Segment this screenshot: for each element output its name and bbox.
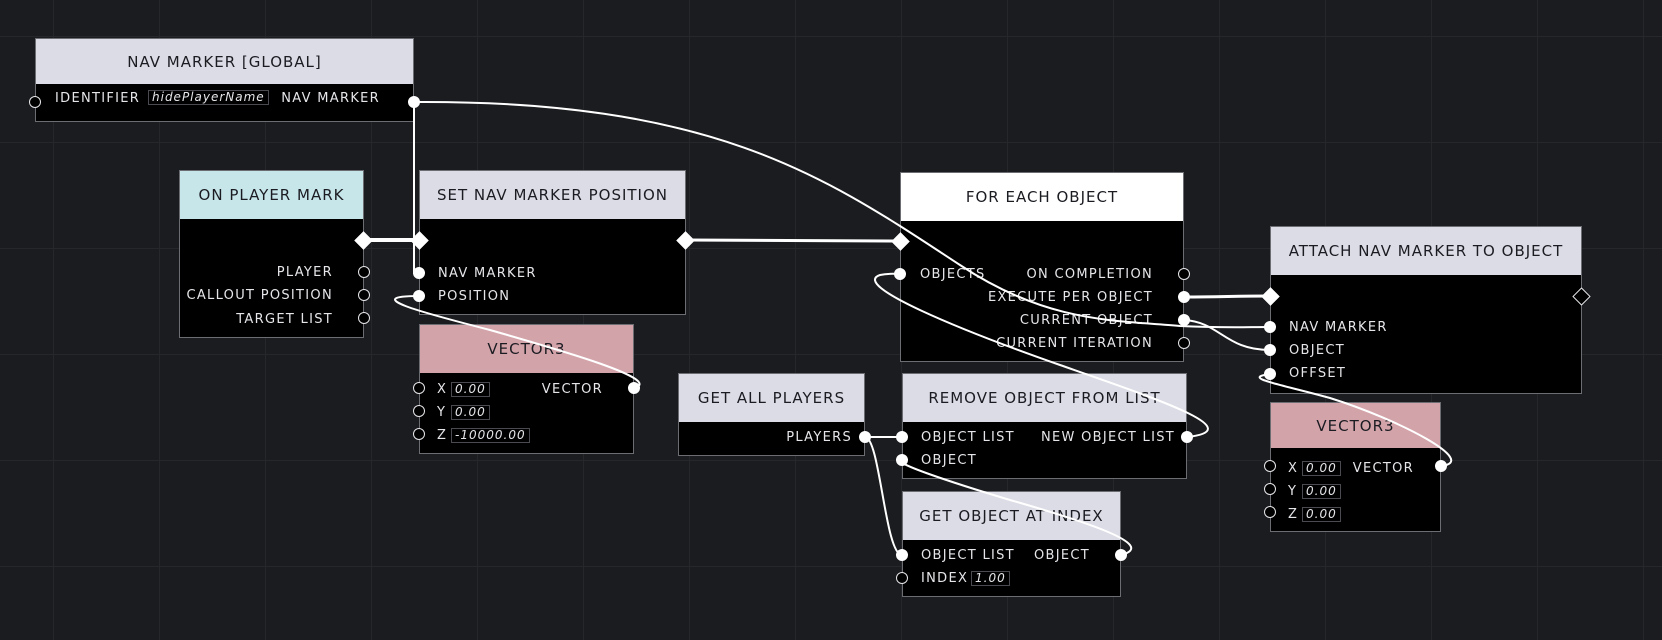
z-value-field[interactable]: -10000.00: [451, 428, 530, 443]
node-title: VECTOR3: [420, 325, 633, 373]
y-input-label: Y: [1288, 484, 1298, 499]
z-input-pin[interactable]: [1264, 506, 1276, 518]
player-output-pin[interactable]: [358, 266, 370, 278]
node-vector3-b[interactable]: VECTOR3 X 0.00 Y 0.00 Z 0.00 VECTOR: [1270, 402, 1441, 532]
y-input-pin[interactable]: [1264, 483, 1276, 495]
new-object-list-output-label: NEW OBJECT LIST: [1040, 430, 1175, 445]
target-list-output-pin[interactable]: [358, 312, 370, 324]
node-remove-object-from-list[interactable]: REMOVE OBJECT FROM LIST OBJECT LIST OBJE…: [902, 373, 1187, 479]
objects-input-label: OBJECTS: [920, 267, 986, 282]
x-input-label: X: [1288, 461, 1299, 476]
z-input-pin[interactable]: [413, 428, 425, 440]
object-input-label: OBJECT: [1289, 343, 1346, 358]
node-title: GET OBJECT AT INDEX: [903, 492, 1120, 540]
node-on-player-mark[interactable]: ON PLAYER MARK PLAYER CALLOUT POSITION T…: [179, 170, 364, 338]
objects-input-pin[interactable]: [894, 268, 906, 280]
node-get-object-at-index[interactable]: GET OBJECT AT INDEX OBJECT LIST INDEX 1.…: [902, 491, 1121, 597]
on-completion-output-pin[interactable]: [1178, 268, 1190, 280]
vector-output-label: VECTOR: [541, 382, 603, 397]
node-for-each-object[interactable]: FOR EACH OBJECT OBJECTS ON COMPLETION EX…: [900, 172, 1184, 362]
node-title: NAV MARKER [GLOBAL]: [36, 39, 413, 84]
object-output-pin[interactable]: [1115, 549, 1127, 561]
target-list-output-label: TARGET LIST: [236, 312, 333, 327]
object-input-pin[interactable]: [896, 454, 908, 466]
index-input-label: INDEX: [921, 571, 969, 586]
wire-exec-setnav-foreach: [683, 238, 902, 243]
current-iteration-output-pin[interactable]: [1178, 337, 1190, 349]
node-attach-nav-marker-to-object[interactable]: ATTACH NAV MARKER TO OBJECT NAV MARKER O…: [1270, 226, 1582, 394]
object-output-label: OBJECT: [1033, 548, 1090, 563]
node-title: GET ALL PLAYERS: [679, 374, 864, 422]
nav-marker-input-pin[interactable]: [1264, 321, 1276, 333]
z-input-label: Z: [437, 428, 448, 443]
x-input-label: X: [437, 382, 448, 397]
wire-players-to-getindex: [864, 436, 903, 556]
x-input-pin[interactable]: [1264, 460, 1276, 472]
on-completion-output-label: ON COMPLETION: [1026, 267, 1153, 282]
player-output-label: PLAYER: [276, 265, 333, 280]
object-input-label: OBJECT: [921, 453, 978, 468]
object-list-input-pin[interactable]: [896, 549, 908, 561]
wire-exec-foreach-attach: [1182, 294, 1272, 299]
nav-marker-output-pin[interactable]: [408, 96, 420, 108]
new-object-list-output-pin[interactable]: [1181, 431, 1193, 443]
index-value-field[interactable]: 1.00: [971, 571, 1010, 586]
node-title: VECTOR3: [1271, 403, 1440, 448]
x-value-field[interactable]: 0.00: [1302, 461, 1341, 476]
node-vector3-a[interactable]: VECTOR3 X 0.00 Y 0.00 Z -10000.00 VECTOR: [419, 324, 634, 454]
y-input-label: Y: [437, 405, 447, 420]
object-list-input-label: OBJECT LIST: [921, 548, 1015, 563]
node-set-nav-marker-position[interactable]: SET NAV MARKER POSITION NAV MARKER POSIT…: [419, 170, 686, 315]
nav-marker-input-label: NAV MARKER: [438, 266, 537, 281]
y-value-field[interactable]: 0.00: [451, 405, 490, 420]
x-input-pin[interactable]: [413, 382, 425, 394]
execute-per-object-output-label: EXECUTE PER OBJECT: [987, 290, 1153, 305]
vector-output-label: VECTOR: [1352, 461, 1414, 476]
object-input-pin[interactable]: [1264, 344, 1276, 356]
callout-position-output-pin[interactable]: [358, 289, 370, 301]
y-input-pin[interactable]: [413, 405, 425, 417]
nav-marker-input-label: NAV MARKER: [1289, 320, 1388, 335]
identifier-field[interactable]: hidePlayerName: [148, 90, 269, 105]
execute-per-object-output-pin[interactable]: [1178, 291, 1190, 303]
node-title: REMOVE OBJECT FROM LIST: [903, 374, 1186, 422]
vector-output-pin[interactable]: [628, 382, 640, 394]
position-input-label: POSITION: [438, 289, 511, 304]
identifier-label: IDENTIFIER: [55, 91, 141, 106]
x-value-field[interactable]: 0.00: [451, 382, 490, 397]
y-value-field[interactable]: 0.00: [1302, 484, 1341, 499]
node-title: SET NAV MARKER POSITION: [420, 171, 685, 219]
vector-output-pin[interactable]: [1435, 460, 1447, 472]
object-list-input-pin[interactable]: [896, 431, 908, 443]
current-object-output-label: CURRENT OBJECT: [1019, 313, 1153, 328]
node-get-all-players[interactable]: GET ALL PLAYERS PLAYERS: [678, 373, 865, 456]
position-input-pin[interactable]: [413, 290, 425, 302]
node-nav-marker-global[interactable]: NAV MARKER [GLOBAL] IDENTIFIER hidePlaye…: [35, 38, 414, 122]
object-list-input-label: OBJECT LIST: [921, 430, 1015, 445]
wire-currentobject-to-attach: [1183, 319, 1271, 351]
offset-input-pin[interactable]: [1264, 368, 1276, 380]
current-iteration-output-label: CURRENT ITERATION: [996, 336, 1153, 351]
node-title: ATTACH NAV MARKER TO OBJECT: [1271, 227, 1581, 275]
node-title: FOR EACH OBJECT: [901, 173, 1183, 221]
players-output-label: PLAYERS: [786, 430, 852, 445]
callout-position-output-label: CALLOUT POSITION: [186, 288, 333, 303]
nav-marker-input-pin[interactable]: [413, 267, 425, 279]
node-title: ON PLAYER MARK: [180, 171, 363, 219]
z-input-label: Z: [1288, 507, 1299, 522]
players-output-pin[interactable]: [859, 431, 871, 443]
identifier-input-pin[interactable]: [29, 96, 41, 108]
current-object-output-pin[interactable]: [1178, 314, 1190, 326]
nav-marker-output-label: NAV MARKER: [281, 91, 380, 106]
index-input-pin[interactable]: [896, 572, 908, 584]
z-value-field[interactable]: 0.00: [1302, 507, 1341, 522]
graph-canvas[interactable]: NAV MARKER [GLOBAL] IDENTIFIER hidePlaye…: [0, 0, 1662, 640]
offset-input-label: OFFSET: [1289, 366, 1347, 381]
